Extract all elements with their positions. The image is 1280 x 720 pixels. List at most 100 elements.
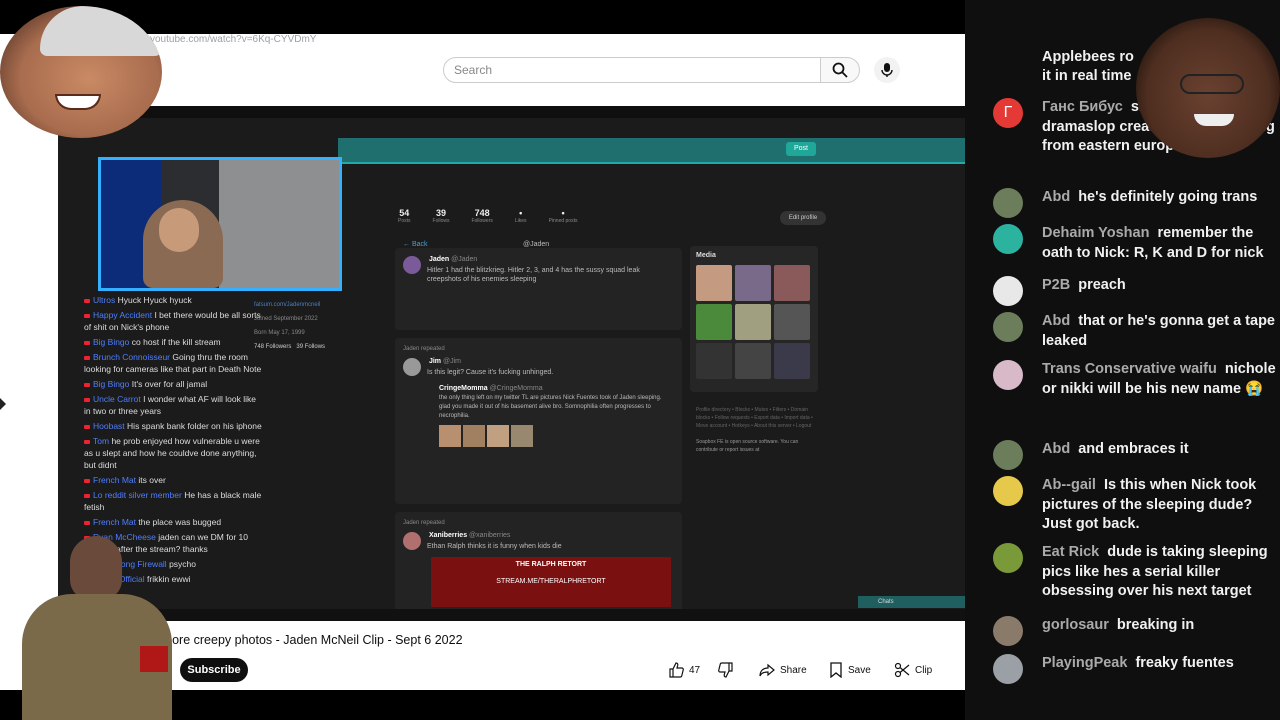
avatar[interactable]: [993, 188, 1023, 218]
chat-text: that or he's gonna get a tape leaked: [1042, 313, 1275, 349]
stream-chat-message: Ultros Hyuck Hyuck hyuck: [84, 294, 264, 306]
quote-author: CringeMomma: [439, 385, 488, 392]
chat-author[interactable]: Abd: [1042, 189, 1070, 205]
profile-info: fatsum.com/Jadenmcneil Joined September …: [254, 298, 354, 354]
avatar[interactable]: [993, 654, 1023, 684]
like-count: 47: [689, 664, 701, 676]
stream-chat-user: Happy Accident: [93, 310, 153, 320]
stream-chat-text: His spank bank folder on his iphone: [127, 421, 262, 431]
media-thumb: [735, 265, 771, 301]
banner-title: THE RALPH RETORT: [515, 561, 587, 568]
search-icon: [832, 62, 848, 78]
post-author: Xaniberries: [428, 532, 468, 539]
quote-handle: @CringeMomma: [489, 385, 543, 392]
chat-message: Eat Rick dude is taking sleeping pics lik…: [993, 543, 1278, 602]
stat-label: Pinned posts: [548, 218, 578, 224]
stream-chat-user: Big Bingo: [93, 379, 130, 389]
chat-message: Ab--gail Is this when Nick took pictures …: [993, 476, 1278, 535]
chat-author[interactable]: Abd: [1042, 313, 1070, 329]
post-text: Is this legit? Cause it's fucking unhing…: [427, 369, 554, 376]
avatar[interactable]: [993, 312, 1023, 342]
avatar[interactable]: [993, 543, 1023, 573]
stat-item: 748 Followers: [471, 208, 492, 224]
media-thumb: [735, 343, 771, 379]
overlay-mouth: [1194, 114, 1234, 126]
stream-chat-user: Big Bingo: [93, 337, 130, 347]
stream-chat-message: Brunch Connoisseur Going thru the room l…: [84, 351, 264, 375]
dislike-button[interactable]: [718, 659, 734, 681]
stream-chat-message: French Mat its over: [84, 474, 264, 486]
url-bar[interactable]: youtube.com/watch?v=6Kq-CYVDmY: [150, 34, 316, 45]
stream-app-header: [338, 138, 965, 164]
chat-author[interactable]: Abd: [1042, 441, 1070, 457]
voice-search-button[interactable]: [874, 57, 900, 83]
chat-text: preach: [1078, 277, 1126, 293]
chat-author[interactable]: Eat Rick: [1042, 544, 1099, 560]
stream-chat-text: the place was bugged: [138, 517, 222, 527]
avatar[interactable]: [993, 476, 1023, 506]
chat-message-body: PlayingPeak freaky fuentes: [1042, 654, 1234, 684]
overlay-figure-bottom-left: [22, 536, 172, 720]
badge-icon: [84, 298, 90, 303]
search-input[interactable]: Search: [443, 57, 823, 83]
screen: youtube.com/watch?v=6Kq-CYVDmY Search Po…: [0, 0, 1280, 720]
stream-post-button: Post: [786, 142, 816, 156]
chat-message: P2B preach: [993, 276, 1278, 306]
stream-chat-text: It's over for all jamal: [131, 379, 208, 389]
chat-message-cut: it in real time: [1042, 68, 1132, 84]
chat-text: freaky fuentes: [1135, 655, 1234, 671]
stream-chat-message: Big Bingo It's over for all jamal: [84, 378, 264, 390]
stat-item: 54 Posts: [398, 208, 411, 224]
subscribe-button[interactable]: Subscribe: [180, 658, 248, 682]
media-title: Media: [696, 252, 716, 259]
chat-author[interactable]: Ганс Бибус: [1042, 99, 1123, 115]
chat-author[interactable]: Trans Conservative waifu: [1042, 361, 1217, 377]
stream-chat-message: Uncle Carrot I wonder what AF will look …: [84, 393, 264, 417]
badge-icon: [84, 382, 90, 387]
avatar[interactable]: [993, 616, 1023, 646]
thumbs-down-icon: [718, 662, 733, 678]
chat-message: Trans Conservative waifu nichole or nikki…: [993, 360, 1278, 399]
stream-chat-message: French Mat the place was bugged: [84, 516, 264, 528]
stat-label: Posts: [398, 218, 411, 224]
stream-chat-text: psycho: [169, 559, 197, 569]
post-author: Jaden: [428, 256, 450, 263]
avatar: [403, 358, 421, 376]
avatar[interactable]: [993, 440, 1023, 470]
side-links: Profile directory • Blocks • Mutes • Fil…: [696, 406, 816, 454]
avatar[interactable]: Г: [993, 98, 1023, 128]
chat-author[interactable]: Dehaim Yoshan: [1042, 225, 1149, 241]
chat-author[interactable]: gorlosaur: [1042, 617, 1109, 633]
quote-images: [439, 425, 674, 447]
thumbnail: [439, 425, 461, 447]
media-thumb: [774, 343, 810, 379]
like-button[interactable]: 47: [668, 659, 700, 681]
video-player[interactable]: Post Ultros Hyuck Hyuck hyuck Happy Accid…: [58, 106, 965, 621]
post-handle: @Jaden: [451, 256, 478, 263]
video-title: es more creepy photos - Jaden McNeil Cli…: [145, 633, 463, 647]
chat-message-body: Abd he's definitely going trans: [1042, 188, 1257, 218]
avatar[interactable]: [993, 224, 1023, 254]
chat-author[interactable]: Ab--gail: [1042, 477, 1096, 493]
clip-button[interactable]: Clip: [894, 659, 932, 681]
stream-chat-user: Brunch Connoisseur: [93, 352, 171, 362]
badge-icon: [84, 520, 90, 525]
post-text: Hitler 1 had the blitzkrieg. Hitler 2, 3…: [427, 267, 640, 283]
media-thumb: [774, 304, 810, 340]
stream-chat-message: Big Bingo co host if the kill stream: [84, 336, 264, 348]
overlay-face-right: [1136, 18, 1280, 158]
avatar[interactable]: [993, 360, 1023, 390]
avatar[interactable]: [993, 276, 1023, 306]
stream-chat-user: Lo reddit silver member: [93, 490, 182, 500]
embedded-image: THE RALPH RETORT STREAM.ME/THERALPHRETOR…: [431, 557, 671, 607]
chat-message: Abd he's definitely going trans: [993, 188, 1278, 218]
stream-chat-message: Tom he prob enjoyed how vulnerable u wer…: [84, 435, 264, 471]
search-button[interactable]: [820, 57, 860, 83]
stream-chat-text: co host if the kill stream: [131, 337, 221, 347]
save-button[interactable]: Save: [829, 659, 871, 681]
chat-message-body: gorlosaur breaking in: [1042, 616, 1194, 646]
chat-author[interactable]: PlayingPeak: [1042, 655, 1127, 671]
stream-chats-button: Chats: [858, 596, 965, 608]
share-button[interactable]: Share: [759, 659, 807, 681]
chat-author[interactable]: P2B: [1042, 277, 1070, 293]
